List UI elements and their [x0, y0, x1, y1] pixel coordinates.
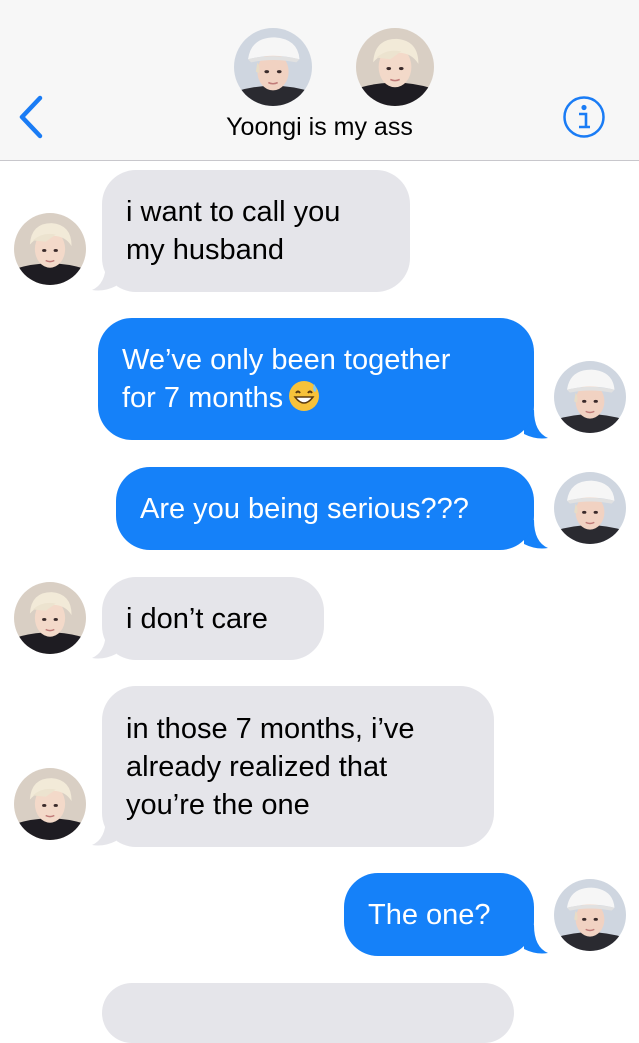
- conversation-header: Yoongi is my ass: [0, 0, 639, 161]
- message-line: The one?: [368, 899, 491, 931]
- message-line: Are you being serious???: [140, 493, 469, 525]
- message-line: i don’t care: [126, 603, 268, 635]
- message-line: my husband: [126, 234, 284, 266]
- info-circle-icon: [563, 96, 605, 138]
- my-avatar[interactable]: [554, 879, 626, 951]
- message-line: for 7 months: [122, 379, 510, 417]
- my-avatar[interactable]: [554, 472, 626, 544]
- message-line: i want to call you: [126, 196, 341, 228]
- sender-avatar[interactable]: [14, 768, 86, 840]
- my-avatar[interactable]: [554, 361, 626, 433]
- message-line: already realized that: [126, 751, 388, 783]
- sender-avatar[interactable]: [14, 213, 86, 285]
- message-bubble-outgoing[interactable]: The one?: [344, 873, 534, 956]
- sender-avatar[interactable]: [14, 582, 86, 654]
- header-avatar-contact-2[interactable]: [356, 28, 434, 106]
- message-bubble-incoming[interactable]: i don’t care: [102, 577, 324, 660]
- message-line-text: for 7 months: [122, 382, 284, 414]
- message-line: in those 7 months, i’ve: [126, 713, 415, 745]
- info-button[interactable]: [562, 95, 606, 139]
- message-line: We’ve only been together: [122, 344, 451, 376]
- message-line: you’re the one: [126, 789, 310, 821]
- header-avatar-contact-1[interactable]: [234, 28, 312, 106]
- message-bubble-incoming[interactable]: i want to call you my husband: [102, 170, 410, 292]
- sweat-smile-emoji-icon: [289, 381, 320, 411]
- message-bubble-incoming-partial[interactable]: [102, 983, 514, 1043]
- message-bubble-outgoing[interactable]: We’ve only been together for 7 months: [98, 318, 534, 440]
- message-bubble-incoming[interactable]: in those 7 months, i’ve already realized…: [102, 686, 494, 847]
- conversation-title[interactable]: Yoongi is my ass: [0, 113, 639, 142]
- message-bubble-outgoing[interactable]: Are you being serious???: [116, 467, 534, 550]
